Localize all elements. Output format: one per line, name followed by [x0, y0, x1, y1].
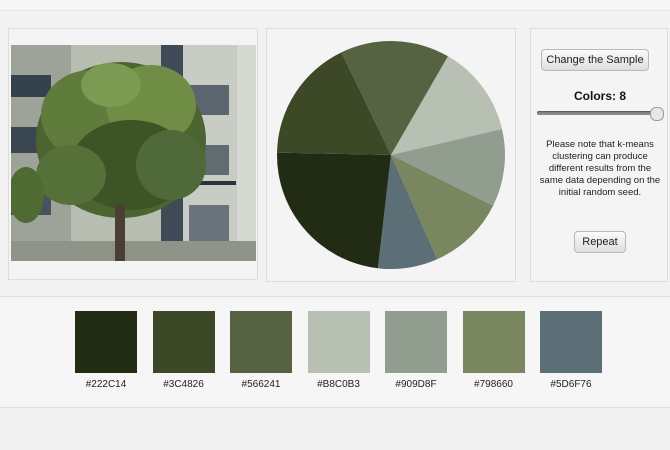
pie-slice-6	[277, 152, 391, 269]
swatch-panel: #222C14 #3C4826 #566241 #B8C0B3 #909D8F #7986…	[0, 296, 670, 408]
sample-photo	[11, 45, 256, 261]
kmeans-note: Please note that k-means clustering can …	[539, 139, 661, 198]
color-swatch	[230, 311, 292, 373]
color-swatch	[385, 311, 447, 373]
swatch-hex-label: #798660	[474, 379, 513, 390]
colors-slider-handle[interactable]	[650, 107, 664, 121]
repeat-button[interactable]: Repeat	[574, 231, 626, 253]
color-swatch	[307, 311, 370, 373]
change-sample-button[interactable]: Change the Sample	[541, 49, 649, 71]
top-bar	[0, 0, 670, 11]
color-swatch	[152, 311, 215, 373]
color-swatch	[75, 311, 137, 373]
swatch-hex-label: #909D8F	[395, 379, 437, 390]
color-swatch	[540, 311, 602, 373]
swatch-hex-label: #222C14	[85, 379, 127, 390]
color-swatch	[462, 311, 525, 373]
controls-panel: Change the Sample Colors: 8 Please note …	[530, 28, 668, 282]
swatch-hex-label: #566241	[241, 379, 281, 390]
sample-photo-panel	[8, 28, 258, 280]
footer	[0, 408, 670, 450]
color-pie-chart	[277, 41, 505, 270]
color-pie-panel	[266, 28, 516, 282]
swatch-hex-label: #B8C0B3	[317, 379, 360, 390]
swatch-hex-label: #5D6F76	[550, 379, 592, 390]
colors-slider[interactable]	[537, 107, 664, 121]
swatch-hex-label: #3C4826	[163, 379, 204, 390]
colors-count-label: Colors: 8	[573, 89, 626, 103]
